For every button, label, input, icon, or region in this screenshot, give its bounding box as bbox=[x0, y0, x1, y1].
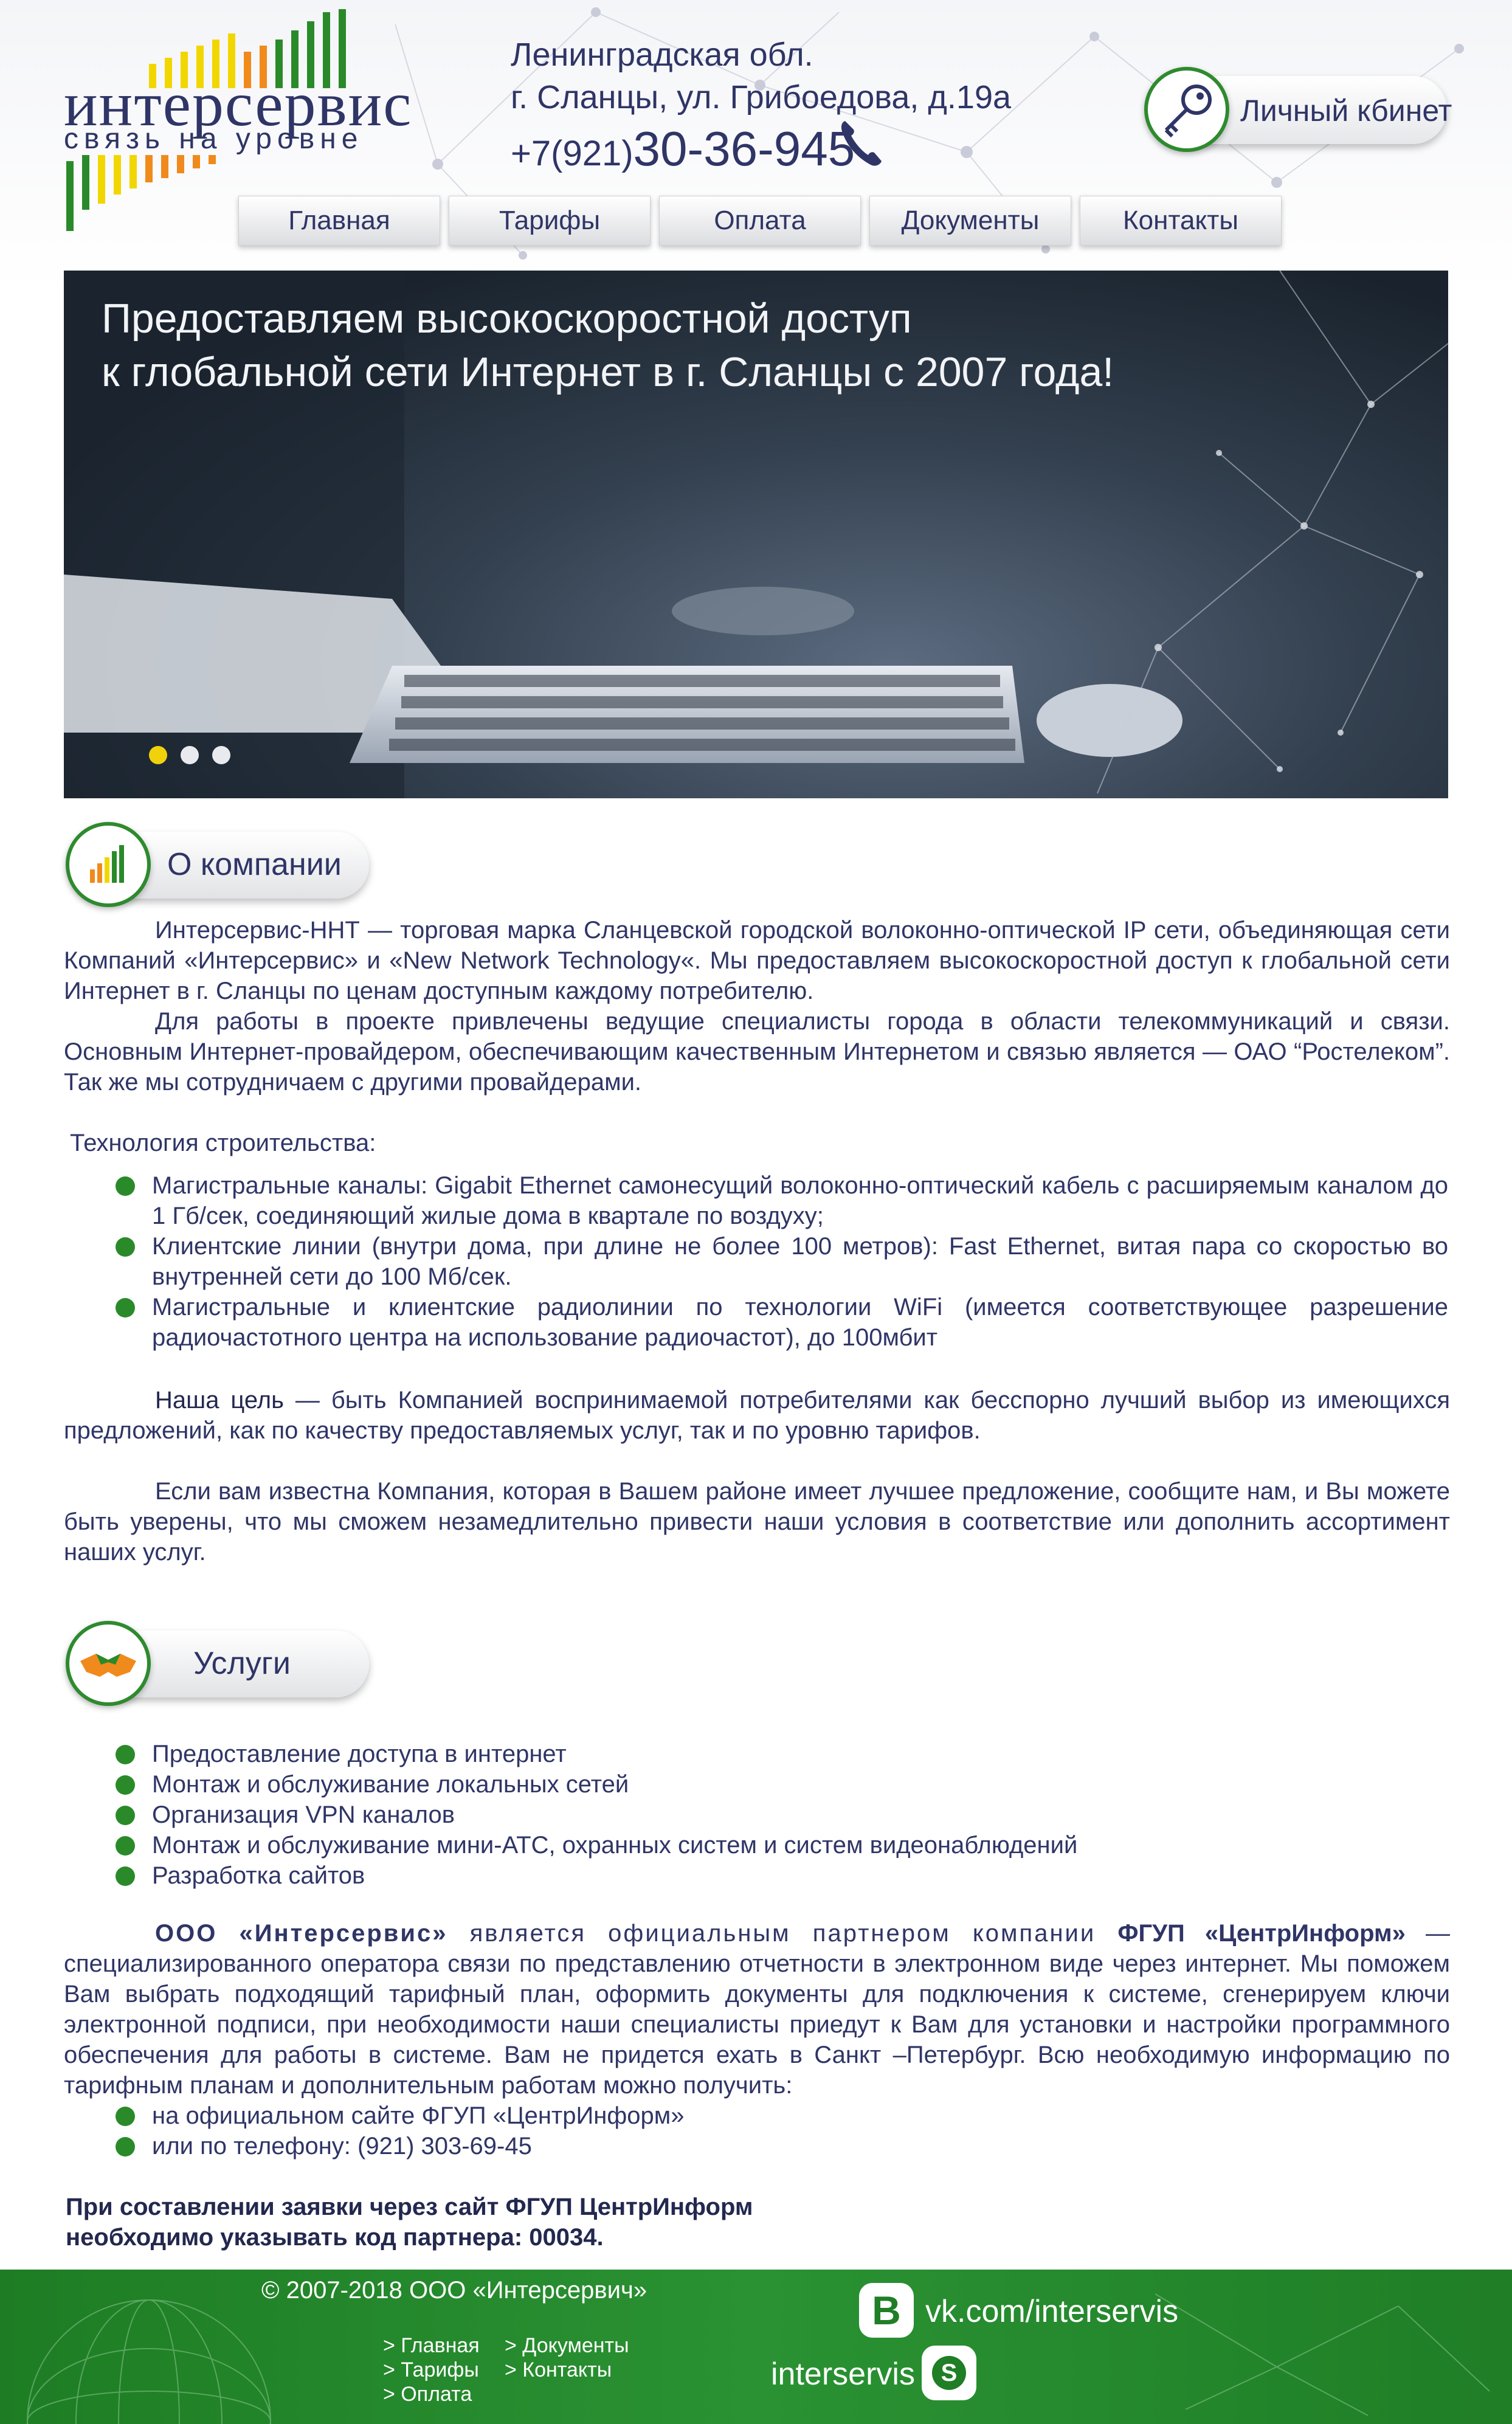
partner-rest: — специализированного оператора связи по… bbox=[64, 1920, 1450, 2099]
partner-company: ООО «Интерсервис» bbox=[155, 1920, 448, 1947]
signal-bars-icon bbox=[90, 845, 124, 883]
offer-paragraph: Если вам известна Компания, которая в Ва… bbox=[64, 1478, 1450, 1566]
banner-title-line-2: к глобальной сети Интернет в г. Сланцы с… bbox=[102, 349, 1114, 395]
nav-item-payment[interactable]: Оплата bbox=[659, 196, 861, 246]
phone-icon bbox=[841, 121, 882, 166]
skype-name[interactable]: interservis bbox=[771, 2356, 915, 2392]
footer-link-payment[interactable]: > Оплата bbox=[383, 2383, 472, 2406]
phone-number: 30-36-945 bbox=[633, 122, 855, 176]
nav-item-contacts[interactable]: Контакты bbox=[1080, 196, 1282, 246]
brand-name: Интерсервис-ННТ bbox=[155, 917, 360, 944]
footer-link-documents[interactable]: > Документы bbox=[505, 2334, 629, 2357]
goal-text: Наша цель — быть Компанией воспринимаемо… bbox=[64, 1385, 1450, 1446]
address-line-2: г. Сланцы, ул. Грибоедова, д.19а bbox=[511, 79, 1012, 116]
svg-text:S: S bbox=[941, 2360, 958, 2386]
address-line-1: Ленинградская обл. bbox=[511, 36, 813, 73]
cabinet-label[interactable]: Личный кбинет bbox=[1240, 93, 1452, 128]
goal-strong: Наша цель bbox=[155, 1387, 284, 1414]
tech-item: Клиентские линии (внутри дома, при длине… bbox=[116, 1231, 1448, 1292]
vk-icon[interactable]: В bbox=[859, 2283, 914, 2338]
footer-link-contacts[interactable]: > Контакты bbox=[505, 2358, 612, 2381]
note-line-1: При составлении заявки через сайт ФГУП Ц… bbox=[66, 2194, 753, 2220]
banner-title: Предоставляем высокоскоростной доступ к … bbox=[102, 292, 1114, 399]
contact-list: на официальном сайте ФГУП «ЦентрИнформ» … bbox=[116, 2101, 1448, 2161]
address: Ленинградская обл. г. Сланцы, ул. Грибое… bbox=[511, 33, 1011, 119]
offer-text: Если вам известна Компания, которая в Ва… bbox=[64, 1476, 1450, 1567]
cabinet-icon-circle[interactable] bbox=[1144, 67, 1229, 152]
vk-link[interactable]: vk.com/interservis bbox=[925, 2293, 1178, 2330]
tech-item: Магистральные каналы: Gigabit Ethernet с… bbox=[116, 1170, 1448, 1231]
nav-item-tariffs[interactable]: Тарифы bbox=[449, 196, 651, 246]
footer-link-tariffs[interactable]: > Тарифы bbox=[383, 2358, 479, 2381]
phone-prefix: +7(921) bbox=[511, 134, 633, 173]
slider-dot-3[interactable] bbox=[212, 746, 230, 764]
contact-item-phone: или по телефону: (921) 303-69-45 bbox=[116, 2131, 1448, 2161]
contact-item-site[interactable]: на официальном сайте ФГУП «ЦентрИнформ» bbox=[116, 2101, 1448, 2131]
service-item: Разработка сайтов bbox=[116, 1860, 1448, 1891]
slider-dot-2[interactable] bbox=[181, 746, 199, 764]
banner-title-line-1: Предоставляем высокоскоростной доступ bbox=[102, 295, 912, 342]
service-item: Монтаж и обслуживание локальных сетей bbox=[116, 1769, 1448, 1800]
tech-item: Магистральные и клиентские радиолинии по… bbox=[116, 1292, 1448, 1353]
phone[interactable]: +7(921)30-36-945 bbox=[511, 125, 855, 173]
footer-globe-pattern bbox=[27, 2293, 1490, 2424]
handshake-icon bbox=[80, 1654, 136, 1677]
partner-mid: является официальным партнером компании bbox=[447, 1920, 1118, 1947]
service-item: Монтаж и обслуживание мини-АТС, охранных… bbox=[116, 1830, 1448, 1860]
about-text: Интерсервис-ННТ — торговая марка Сланцев… bbox=[64, 915, 1450, 1097]
service-item: Организация VPN каналов bbox=[116, 1800, 1448, 1830]
about-icon-circle bbox=[66, 822, 151, 907]
nav-item-documents[interactable]: Документы bbox=[869, 196, 1071, 246]
footer-links-col-1: > Главная > Тарифы > Оплата bbox=[383, 2333, 480, 2406]
skype-glyph-icon: S bbox=[932, 2356, 966, 2390]
logo-tagline: связь на уровне bbox=[64, 123, 364, 155]
copyright: © 2007-2018 ООО «Интерсервич» bbox=[261, 2277, 647, 2304]
services-icon-circle bbox=[66, 1621, 151, 1706]
note-line-2: необходимо указывать код партнера: 00034… bbox=[66, 2224, 604, 2251]
slider-dot-1[interactable] bbox=[149, 746, 167, 764]
services-title: Услуги bbox=[193, 1646, 291, 1681]
partner-centrinform: ФГУП «ЦентрИнформ» bbox=[1117, 1920, 1406, 1947]
about-title: О компании bbox=[167, 847, 342, 882]
service-item: Предоставление доступа в интернет bbox=[116, 1739, 1448, 1769]
main-nav: Главная Тарифы Оплата Документы Контакты bbox=[238, 196, 1282, 246]
nav-item-home[interactable]: Главная bbox=[238, 196, 440, 246]
about-paragraph-2: Для работы в проекте привлечены ведущие … bbox=[64, 1008, 1450, 1096]
partner-code-note: При составлении заявки через сайт ФГУП Ц… bbox=[66, 2192, 753, 2253]
key-icon bbox=[1164, 85, 1212, 138]
services-list: Предоставление доступа в интернет Монтаж… bbox=[116, 1739, 1448, 1891]
about-paragraph-1: Интерсервис-ННТ — торговая марка Сланцев… bbox=[64, 915, 1450, 1006]
footer-link-home[interactable]: > Главная bbox=[383, 2334, 480, 2357]
tech-list: Магистральные каналы: Gigabit Ethernet с… bbox=[116, 1170, 1448, 1353]
footer bbox=[0, 2270, 1512, 2424]
footer-links-col-2: > Документы > Контакты bbox=[505, 2333, 629, 2382]
tech-heading: Технология строительства: bbox=[70, 1130, 376, 1156]
hero-banner[interactable]: Предоставляем высокоскоростной доступ к … bbox=[64, 271, 1448, 798]
slider-dots bbox=[149, 746, 230, 764]
skype-icon[interactable]: S bbox=[922, 2346, 976, 2400]
partner-text: ООО «Интерсервис» является официальным п… bbox=[64, 1918, 1450, 2101]
